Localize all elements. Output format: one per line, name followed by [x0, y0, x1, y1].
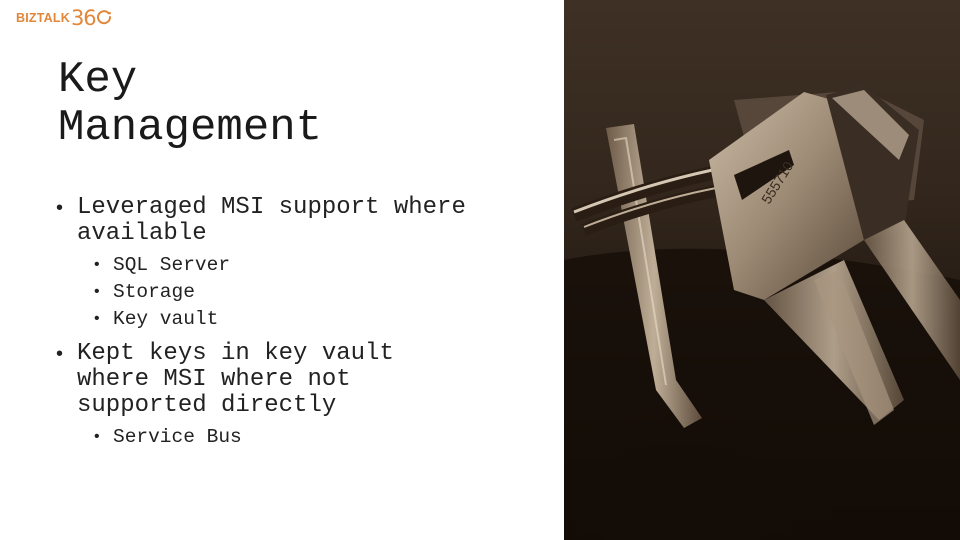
slide-body: • Leveraged MSI support where available …: [56, 195, 536, 459]
subbullet-sql-server: • SQL Server: [56, 252, 536, 279]
biztalk360-logo: BIZTALK 36: [16, 6, 112, 30]
bullet-dot-icon: •: [56, 343, 64, 365]
subbullet-text: Service Bus: [113, 426, 242, 448]
keys-illustration: 555710: [564, 85, 960, 540]
bullet-text-line: where MSI where not: [77, 366, 351, 393]
bullet-text-line: Leveraged MSI support where: [77, 194, 466, 221]
subbullet-service-bus: • Service Bus: [56, 424, 536, 451]
slide-title-line-1: Key: [58, 55, 138, 105]
bullet-text-line: available: [77, 220, 207, 247]
subbullet-text: SQL Server: [113, 254, 231, 276]
bullet-dot-icon: •: [56, 197, 64, 219]
bullet-dot-icon: •: [94, 428, 100, 445]
sublist-msi-services: • SQL Server • Storage • Key vault: [56, 252, 536, 333]
bullet-dot-icon: •: [94, 283, 100, 300]
bullet-text-line: Kept keys in key vault: [77, 340, 394, 367]
subbullet-text: Storage: [113, 281, 195, 303]
bullet-dot-icon: •: [94, 310, 100, 327]
logo-ring-icon: [96, 10, 111, 25]
sublist-vault-services: • Service Bus: [56, 424, 536, 451]
slide-title: Key Management: [58, 56, 322, 152]
bullet-text-line: supported directly: [77, 392, 337, 419]
keys-photo: 555710: [564, 0, 960, 540]
subbullet-storage: • Storage: [56, 279, 536, 306]
logo-brand-text: BIZTALK: [16, 11, 70, 25]
subbullet-key-vault: • Key vault: [56, 306, 536, 333]
slide-title-line-2: Management: [58, 103, 323, 153]
bullet-keys-in-vault: • Kept keys in key vault where MSI where…: [56, 341, 536, 419]
logo-number-text: 36: [70, 6, 97, 30]
bullet-msi-support: • Leveraged MSI support where available: [56, 195, 536, 247]
bullet-dot-icon: •: [94, 256, 100, 273]
subbullet-text: Key vault: [113, 308, 219, 330]
